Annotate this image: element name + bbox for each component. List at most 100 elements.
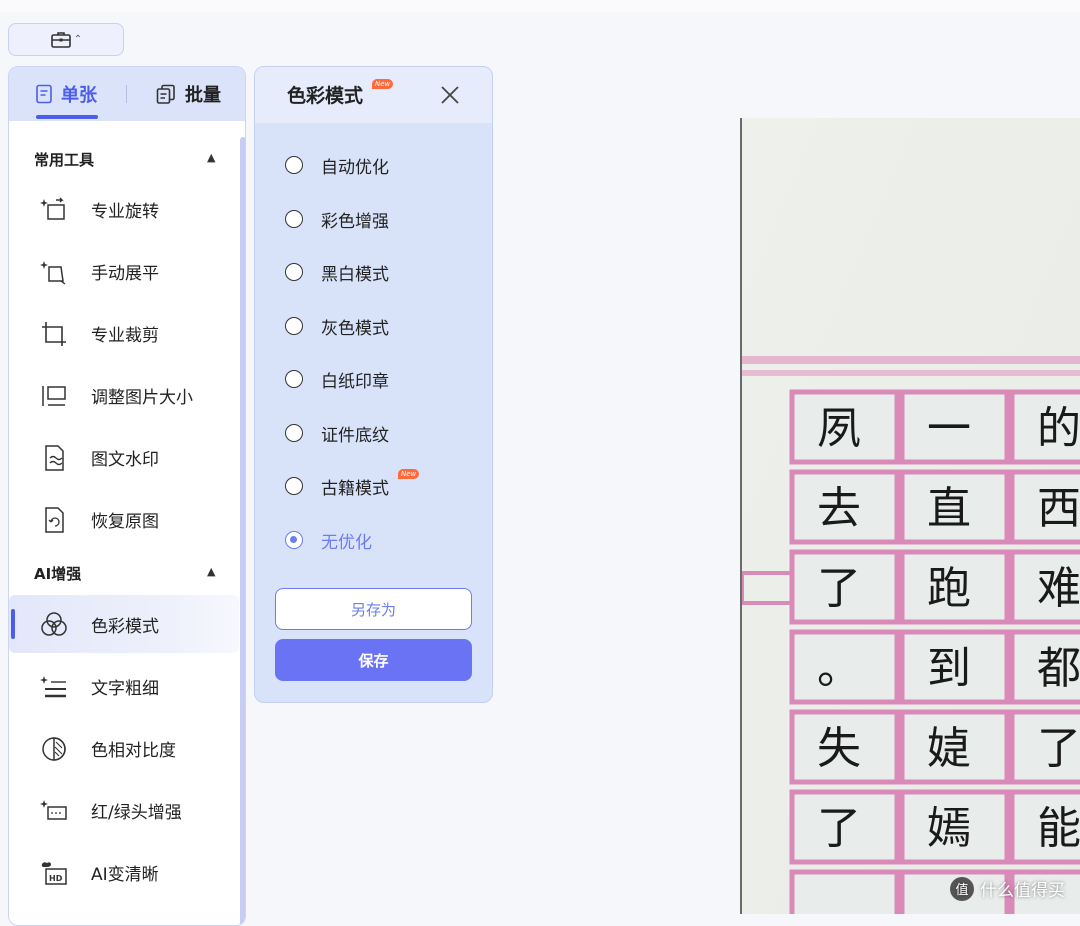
active-item-indicator: [11, 609, 15, 639]
menu-item-label: 专业旋转: [91, 201, 159, 222]
option-white-paper-stamp[interactable]: 白纸印章: [285, 364, 389, 394]
option-gray[interactable]: 灰色模式: [285, 311, 389, 341]
crop-icon: [42, 322, 66, 346]
handwritten-char: 直: [927, 483, 971, 534]
option-black-white[interactable]: 黑白模式: [285, 257, 389, 287]
menu-item-label: 色相对比度: [91, 740, 176, 761]
color-mode-icon: [41, 612, 67, 636]
collapse-ai-icon[interactable]: ▲: [207, 565, 215, 578]
new-badge: New: [372, 79, 394, 89]
color-mode-panel: 色彩模式 New 自动优化 彩色增强 黑白模式 灰色模式 白纸印章 证件底纹 古…: [254, 66, 493, 703]
red-green-icon: [40, 800, 67, 820]
save-as-button[interactable]: 另存为: [275, 588, 472, 630]
close-icon[interactable]: [440, 85, 460, 105]
document-preview: 夙 一 的 去 直 西 了 跑 难 。 到 都 失 媫 了 了 嫣 能: [740, 118, 1080, 914]
option-auto[interactable]: 自动优化: [285, 150, 389, 180]
tab-single[interactable]: 单张: [35, 81, 97, 107]
watermark-logo: 值: [950, 876, 974, 901]
handwritten-char: 跑: [927, 563, 971, 614]
radio-button[interactable]: [285, 477, 303, 495]
handwritten-char: 。: [817, 643, 861, 694]
toolbox-toggle-button[interactable]: ⌃: [8, 23, 124, 56]
radio-button[interactable]: [285, 317, 303, 335]
handwritten-char: 媫: [927, 723, 971, 774]
chevron-up-icon: ⌃: [73, 33, 83, 45]
text-weight-icon: [40, 676, 66, 698]
menu-item-ai-hd[interactable]: HD AI变清晰: [9, 843, 239, 901]
svg-text:HD: HD: [49, 874, 63, 883]
option-label: 黑白模式: [321, 264, 389, 285]
option-ancient-book[interactable]: 古籍模式: [285, 471, 389, 501]
hd-icon: HD: [41, 862, 67, 885]
menu-item-contrast[interactable]: 色相对比度: [9, 719, 239, 777]
new-badge: New: [398, 469, 420, 479]
menu-item-restore[interactable]: 恢复原图: [9, 490, 239, 548]
rotate-icon: [40, 197, 65, 220]
panel-title: 色彩模式: [287, 85, 364, 107]
menu-item-label: 红/绿头增强: [91, 802, 182, 823]
top-bar: [0, 0, 1080, 12]
menu-item-red-green[interactable]: 红/绿头增强: [9, 781, 239, 839]
menu-item-rotate[interactable]: 专业旋转: [9, 180, 239, 238]
resize-icon: [42, 386, 66, 406]
batch-pages-icon: [156, 84, 175, 104]
radio-button[interactable]: [285, 156, 303, 174]
handwritten-char: 的: [1037, 403, 1080, 454]
tools-panel: 单张 批量 常用工具 ▲ 专业旋转 手动展平 专业裁剪 调整图片大小 图文水印 …: [8, 66, 246, 926]
menu-item-label: 图文水印: [91, 449, 159, 470]
tab-single-label: 单张: [61, 85, 97, 106]
active-tab-indicator: [36, 115, 98, 119]
option-color-enhance[interactable]: 彩色增强: [285, 204, 389, 234]
radio-button[interactable]: [285, 210, 303, 228]
collapse-common-icon[interactable]: ▲: [207, 151, 215, 164]
tab-batch-label: 批量: [185, 85, 221, 106]
option-label: 白纸印章: [321, 371, 389, 392]
menu-item-resize[interactable]: 调整图片大小: [9, 366, 239, 424]
handwritten-char: 去: [817, 483, 861, 534]
handwritten-char: 了: [817, 563, 861, 614]
handwritten-char: 西: [1037, 483, 1080, 534]
option-label: 自动优化: [321, 157, 389, 178]
radio-button[interactable]: [285, 370, 303, 388]
menu-item-watermark[interactable]: 图文水印: [9, 428, 239, 486]
handwritten-char: 一: [927, 403, 971, 454]
menu-item-flatten[interactable]: 手动展平: [9, 242, 239, 300]
contrast-icon: [42, 737, 66, 761]
handwritten-char: 难: [1037, 563, 1080, 614]
menu-item-label: 文字粗细: [91, 678, 159, 699]
mode-tabs: 单张 批量: [9, 67, 245, 121]
option-id-texture[interactable]: 证件底纹: [285, 418, 389, 448]
option-label: 古籍模式: [321, 478, 389, 499]
menu-item-label: 专业裁剪: [91, 325, 159, 346]
handwritten-char: 都: [1037, 643, 1080, 694]
section-ai-tools: AI增强: [34, 565, 82, 583]
menu-item-label: AI变清晰: [91, 864, 159, 885]
save-button[interactable]: 保存: [275, 639, 472, 681]
single-page-icon: [36, 84, 52, 104]
tab-batch[interactable]: 批量: [155, 81, 221, 107]
menu-item-label: 调整图片大小: [91, 387, 193, 408]
handwritten-char: 了: [1037, 723, 1080, 774]
watermark-text: 什么值得买: [980, 881, 1065, 901]
scanned-page-image: 夙 一 的 去 直 西 了 跑 难 。 到 都 失 媫 了 了 嫣 能: [742, 118, 1080, 914]
radio-button[interactable]: [285, 424, 303, 442]
menu-item-label: 手动展平: [91, 263, 159, 284]
site-watermark: 值 什么值得买: [950, 876, 1065, 901]
option-label: 彩色增强: [321, 211, 389, 232]
option-no-optimize[interactable]: 无优化: [285, 525, 372, 555]
scrollbar[interactable]: [240, 137, 245, 925]
watermark-icon: [45, 445, 64, 471]
radio-button[interactable]: [285, 263, 303, 281]
restore-icon: [45, 507, 64, 533]
radio-button-checked[interactable]: [285, 531, 303, 549]
handwritten-char: 失: [817, 723, 861, 774]
panel-header: 色彩模式 New: [255, 67, 492, 123]
menu-item-color-mode[interactable]: 色彩模式: [9, 595, 239, 653]
tab-divider: [126, 85, 127, 103]
handwritten-char: 到: [927, 643, 971, 694]
handwritten-char: 能: [1037, 803, 1080, 854]
menu-item-crop[interactable]: 专业裁剪: [9, 304, 239, 362]
section-common-tools: 常用工具: [34, 151, 95, 169]
toolbox-icon: [50, 31, 71, 48]
menu-item-text-weight[interactable]: 文字粗细: [9, 657, 239, 715]
